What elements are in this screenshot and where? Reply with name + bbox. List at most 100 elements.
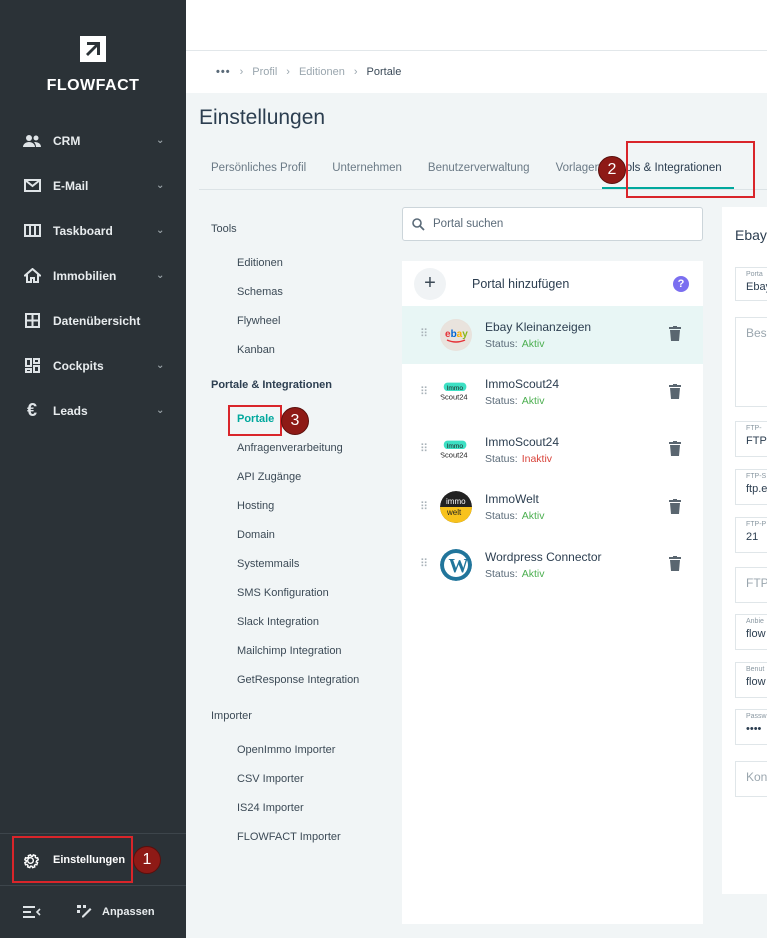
trash-icon[interactable]: [669, 556, 681, 576]
chevron-right-icon: ›: [239, 66, 244, 78]
customize-label: Anpassen: [102, 906, 155, 918]
menu-item-kanban[interactable]: Kanban: [199, 335, 394, 364]
breadcrumb: ••• › Profil › Editionen › Portale: [186, 51, 767, 93]
menu-item-api-zugaenge[interactable]: API Zugänge: [199, 462, 394, 491]
tab-unternehmen[interactable]: Unternehmen: [318, 150, 414, 189]
menu-item-sms-konfiguration[interactable]: SMS Konfiguration: [199, 578, 394, 607]
immoscout-logo: Immo Scout24: [440, 376, 472, 408]
brand-name: FLOWFACT: [46, 77, 140, 94]
drag-handle-icon[interactable]: ⠿: [420, 501, 430, 512]
trash-icon[interactable]: [669, 326, 681, 346]
tab-vorlagen[interactable]: Vorlagen: [542, 150, 602, 189]
menu-item-mailchimp-integration[interactable]: Mailchimp Integration: [199, 636, 394, 665]
highlight-box-portale: [228, 405, 282, 436]
portal-name: ImmoScout24: [485, 377, 560, 392]
menu-item-domain[interactable]: Domain: [199, 520, 394, 549]
menu-item-csv-importer[interactable]: CSV Importer: [199, 764, 394, 793]
portal-row[interactable]: ⠿ immo welt ImmoWelt Status: Aktiv: [402, 479, 703, 537]
menu-item-flowfact-importer[interactable]: FLOWFACT Importer: [199, 822, 394, 851]
status-value: Aktiv: [521, 337, 545, 350]
menu-item-editionen[interactable]: Editionen: [199, 248, 394, 277]
help-icon[interactable]: ?: [673, 275, 689, 292]
trash-icon[interactable]: [669, 441, 681, 461]
menu-item-slack-integration[interactable]: Slack Integration: [199, 607, 394, 636]
field-value: flow: [746, 628, 766, 640]
trash-icon[interactable]: [669, 498, 681, 519]
ftp-type-field[interactable]: FTP- FTP: [735, 421, 767, 457]
nav-item-crm[interactable]: CRM ⌄: [0, 118, 186, 163]
mail-icon: [22, 176, 42, 196]
drag-handle-icon[interactable]: ⠿: [420, 444, 430, 455]
status-label: Status:: [485, 395, 518, 408]
highlight-box-settings: [12, 836, 133, 883]
drag-handle-icon[interactable]: ⠿: [420, 386, 430, 397]
nav-item-cockpits[interactable]: Cockpits ⌄: [0, 343, 186, 388]
description-field[interactable]: Bes: [735, 317, 767, 407]
ftp-port-field[interactable]: FTP-P 21: [735, 517, 767, 553]
menu-item-getresponse-integration[interactable]: GetResponse Integration: [199, 665, 394, 694]
menu-item-is24-importer[interactable]: IS24 Importer: [199, 793, 394, 822]
add-portal-button[interactable]: + Portal hinzufügen ?: [402, 261, 703, 306]
svg-text:Immo: Immo: [447, 385, 464, 392]
menu-item-anfragenverarbeitung[interactable]: Anfragenverarbeitung: [199, 433, 394, 462]
field-label: Anbie: [746, 618, 764, 625]
status-value: Aktiv: [521, 510, 545, 523]
drag-handle-icon[interactable]: ⠿: [420, 329, 430, 340]
tab-benutzerverwaltung[interactable]: Benutzerverwaltung: [414, 150, 542, 189]
menu-item-flywheel[interactable]: Flywheel: [199, 306, 394, 335]
portal-search-input[interactable]: Portal suchen: [402, 207, 703, 241]
highlight-box-tools-tab: [626, 141, 755, 198]
page-title: Einstellungen: [199, 106, 326, 129]
field-label: Benut: [746, 666, 765, 673]
field-value: FTP: [746, 435, 767, 447]
collapse-sidebar-icon[interactable]: [0, 906, 64, 918]
field-label: Passw: [746, 713, 767, 720]
top-bar: [186, 0, 767, 51]
ftp-server-field[interactable]: FTP-S ftp.e: [735, 469, 767, 505]
logo[interactable]: FLOWFACT: [0, 36, 186, 95]
portal-field[interactable]: Porta Ebay: [735, 267, 767, 301]
field-label: FTP-S: [746, 473, 767, 480]
menu-item-hosting[interactable]: Hosting: [199, 491, 394, 520]
menu-item-schemas[interactable]: Schemas: [199, 277, 394, 306]
username-field[interactable]: Benut flow: [735, 662, 767, 698]
wordpress-logo: W: [440, 548, 472, 581]
portal-status: Status: Aktiv: [485, 338, 591, 350]
nav-item-email[interactable]: E-Mail ⌄: [0, 163, 186, 208]
nav-item-taskboard[interactable]: Taskboard ⌄: [0, 208, 186, 253]
portal-name: Wordpress Connector: [485, 549, 602, 564]
status-value: Inaktiv: [521, 452, 553, 465]
breadcrumb-item-editionen[interactable]: Editionen: [299, 66, 345, 78]
status-value: Aktiv: [521, 395, 545, 408]
nav-item-leads[interactable]: € Leads ⌄: [0, 388, 186, 433]
drag-handle-icon[interactable]: ⠿: [420, 559, 430, 570]
chevron-down-icon: ⌄: [156, 225, 165, 236]
nav-label: E-Mail: [53, 178, 89, 193]
ftp-path-field[interactable]: FTP: [735, 567, 767, 603]
menu-item-systemmails[interactable]: Systemmails: [199, 549, 394, 578]
detail-title: Ebay: [735, 227, 767, 243]
breadcrumb-more[interactable]: •••: [216, 66, 231, 78]
chevron-down-icon: ⌄: [156, 135, 165, 146]
nav-item-immobilien[interactable]: Immobilien ⌄: [0, 253, 186, 298]
portal-row[interactable]: ⠿ Immo Scout24 ImmoScout24 Status: Inaktiv: [402, 421, 703, 479]
menu-item-openimmo-importer[interactable]: OpenImmo Importer: [199, 735, 394, 764]
flowfact-logo-icon: [80, 36, 106, 62]
svg-text:W: W: [449, 555, 469, 577]
chevron-right-icon: ›: [286, 66, 290, 78]
provider-field[interactable]: Anbie flow: [735, 614, 767, 650]
nav-item-datenuebersicht[interactable]: Datenübersicht: [0, 298, 186, 343]
field-value: ftp.e: [746, 483, 767, 495]
portal-row[interactable]: ⠿ Immo Scout24 ImmoScout24 Status: Aktiv: [402, 364, 703, 422]
customize-button[interactable]: Anpassen: [76, 904, 155, 921]
password-field[interactable]: Passw ••••: [735, 709, 767, 745]
breadcrumb-item-profil[interactable]: Profil: [252, 66, 277, 78]
chevron-right-icon: ›: [353, 66, 358, 78]
portal-status: Status: Inaktiv: [485, 453, 559, 465]
trash-icon[interactable]: [669, 383, 681, 404]
contact-field[interactable]: Kon: [735, 761, 767, 797]
portal-row[interactable]: ⠿ ebay Ebay Kleinanzeigen Status: Aktiv: [402, 306, 703, 364]
portal-row[interactable]: ⠿ W Wordpress Connector Status: Aktiv: [402, 536, 703, 594]
tab-persoenliches-profil[interactable]: Persönliches Profil: [199, 150, 318, 189]
svg-text:Scout24: Scout24: [440, 393, 468, 402]
